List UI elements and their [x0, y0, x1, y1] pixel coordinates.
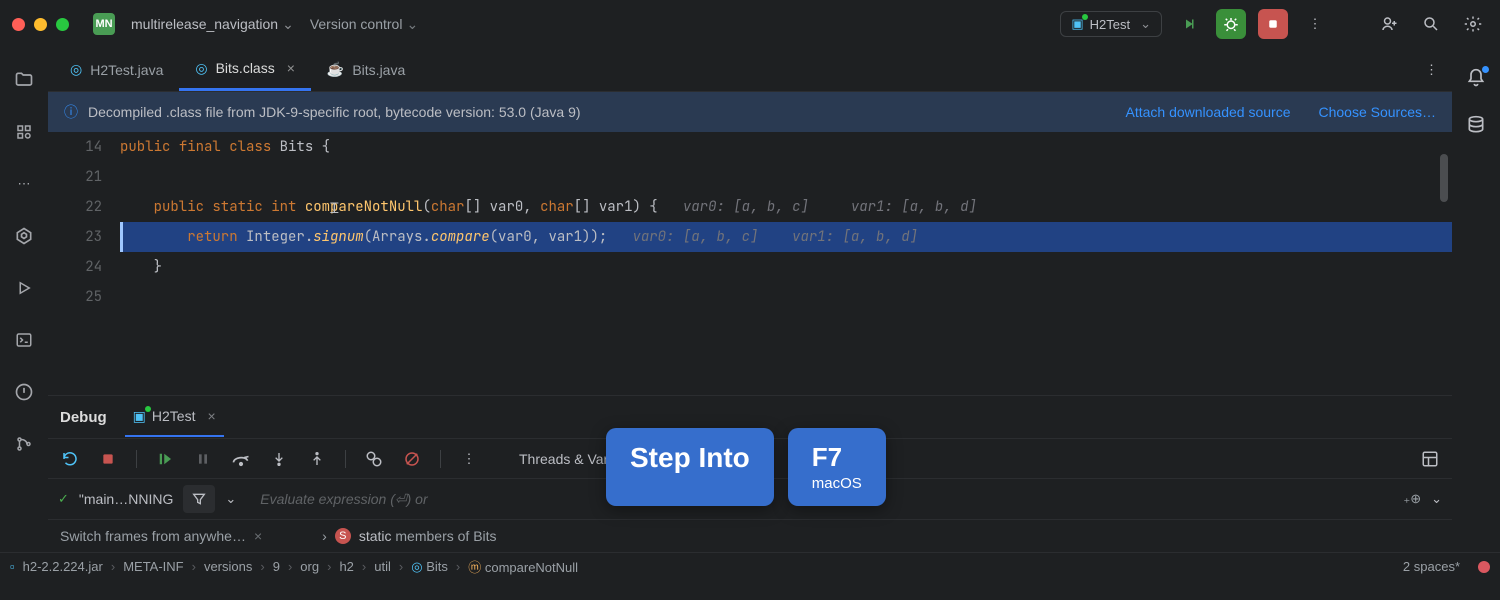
- rerun-icon[interactable]: [60, 450, 80, 468]
- step-into-icon[interactable]: [269, 450, 289, 468]
- filter-icon[interactable]: [183, 485, 215, 513]
- jar-icon: ▫: [10, 559, 15, 574]
- titlebar: MN multirelease_navigation⌄ Version cont…: [0, 0, 1500, 48]
- notifications-icon[interactable]: [1466, 68, 1486, 91]
- pause-icon[interactable]: [193, 451, 213, 467]
- breadcrumb-item[interactable]: 9: [273, 559, 280, 574]
- more-tool-icon[interactable]: ⋯: [12, 172, 36, 196]
- static-badge-icon: S: [335, 528, 351, 544]
- project-badge: MN: [93, 13, 115, 35]
- more-icon[interactable]: ⋮: [1300, 9, 1330, 39]
- threads-tab[interactable]: Threads & Vari: [519, 451, 611, 467]
- dismiss-hint-icon[interactable]: ×: [254, 528, 262, 544]
- debug-run-icon[interactable]: [1174, 9, 1204, 39]
- breadcrumb-item[interactable]: h2-2.2.224.jar: [23, 559, 103, 574]
- tab-h2test-java[interactable]: ◎H2Test.java: [54, 48, 179, 91]
- breadcrumb-item[interactable]: org: [300, 559, 319, 574]
- stop-button[interactable]: [1258, 9, 1288, 39]
- current-exec-line: return Integer.signum(Arrays.compare(var…: [120, 222, 1452, 252]
- scrollbar-thumb[interactable]: [1440, 154, 1448, 202]
- search-icon[interactable]: [1416, 9, 1446, 39]
- breadcrumb-item[interactable]: compareNotNull: [485, 560, 578, 575]
- resume-icon[interactable]: [155, 450, 175, 468]
- text-caret-icon: Ꮖ: [330, 194, 339, 224]
- run-config-icon: ▣: [1071, 16, 1083, 32]
- close-session-icon[interactable]: ×: [207, 408, 215, 424]
- stop-icon[interactable]: [98, 451, 118, 467]
- tabs-menu-icon[interactable]: ⋮: [1417, 48, 1446, 91]
- debug-tab[interactable]: Debug: [60, 409, 107, 426]
- settings-icon[interactable]: [1458, 9, 1488, 39]
- java-file-icon: ☕: [327, 61, 344, 78]
- problems-tool-icon[interactable]: [12, 380, 36, 404]
- run-config-label: H2Test: [1090, 17, 1130, 32]
- run-config-selector[interactable]: ▣ H2Test ⌄: [1060, 11, 1162, 37]
- choose-sources-link[interactable]: Choose Sources…: [1318, 104, 1436, 120]
- debug-more-icon[interactable]: ⋮: [459, 451, 479, 467]
- run-tool-icon[interactable]: [12, 276, 36, 300]
- gutter: 14 21 22 23 24 25: [48, 132, 120, 395]
- vcs-selector[interactable]: Version control⌄: [310, 16, 418, 33]
- status-bar: ▫ h2-2.2.224.jar› META-INF› versions› 9›…: [0, 552, 1500, 580]
- breadcrumb-item[interactable]: versions: [204, 559, 252, 574]
- tooltip-label: Step Into: [606, 428, 774, 506]
- git-tool-icon[interactable]: [12, 432, 36, 456]
- tab-bits-class[interactable]: ◎Bits.class×: [179, 48, 311, 91]
- frames-dropdown-icon[interactable]: ⌄: [225, 491, 236, 507]
- layout-icon[interactable]: [1420, 450, 1440, 468]
- tooltip-shortcut: F7 macOS: [788, 428, 886, 506]
- breadcrumb-item[interactable]: META-INF: [123, 559, 183, 574]
- breadcrumb-item[interactable]: Bits: [426, 559, 448, 574]
- debug-button[interactable]: [1216, 9, 1246, 39]
- attach-source-link[interactable]: Attach downloaded source: [1125, 104, 1290, 120]
- step-out-icon[interactable]: [307, 450, 327, 468]
- view-breakpoints-icon[interactable]: [364, 450, 384, 468]
- java-class-icon: ◎: [70, 61, 82, 78]
- breadcrumb-item[interactable]: util: [374, 559, 391, 574]
- project-tool-icon[interactable]: [12, 68, 36, 92]
- close-window[interactable]: [12, 18, 25, 31]
- step-over-icon[interactable]: [231, 450, 251, 468]
- close-tab-icon[interactable]: ×: [287, 60, 295, 76]
- thread-status-icon: ✓: [58, 491, 69, 507]
- database-icon[interactable]: [1466, 115, 1486, 138]
- switch-frames-hint: Switch frames from anywhe…: [60, 528, 246, 544]
- minimize-window[interactable]: [34, 18, 47, 31]
- mute-breakpoints-icon[interactable]: [402, 450, 422, 468]
- add-watch-icon[interactable]: ₊⊕: [1403, 491, 1421, 507]
- editor[interactable]: 14 21 22 23 24 25 public final class Bit…: [48, 132, 1452, 395]
- terminal-tool-icon[interactable]: [12, 328, 36, 352]
- action-tooltip: Step Into F7 macOS: [606, 428, 886, 506]
- debug-session-tab[interactable]: ▣H2Test×: [125, 398, 224, 437]
- structure-tool-icon[interactable]: [12, 120, 36, 144]
- java-class-icon: ◎: [195, 60, 207, 77]
- code-with-me-icon[interactable]: [1374, 9, 1404, 39]
- banner-text: Decompiled .class file from JDK-9-specif…: [88, 104, 581, 120]
- left-tool-rail: ⋯: [0, 48, 48, 552]
- window-controls: [12, 18, 69, 31]
- breadcrumb-item[interactable]: h2: [339, 559, 353, 574]
- chevron-right-icon[interactable]: ›: [322, 528, 327, 544]
- error-indicator-icon[interactable]: [1478, 561, 1490, 573]
- services-tool-icon[interactable]: [12, 224, 36, 248]
- info-icon: ⓘ: [64, 102, 78, 122]
- project-selector[interactable]: multirelease_navigation⌄: [131, 16, 294, 33]
- thread-label[interactable]: "main…NNING: [79, 491, 173, 507]
- decompiled-banner: ⓘ Decompiled .class file from JDK-9-spec…: [48, 92, 1452, 132]
- maximize-window[interactable]: [56, 18, 69, 31]
- tab-bits-java[interactable]: ☕Bits.java: [311, 48, 421, 91]
- right-tool-rail: [1452, 48, 1500, 552]
- indent-indicator[interactable]: 2 spaces*: [1403, 559, 1460, 574]
- expand-icon[interactable]: ⌄: [1431, 491, 1442, 507]
- editor-tabs: ◎H2Test.java ◎Bits.class× ☕Bits.java ⋮: [48, 48, 1452, 92]
